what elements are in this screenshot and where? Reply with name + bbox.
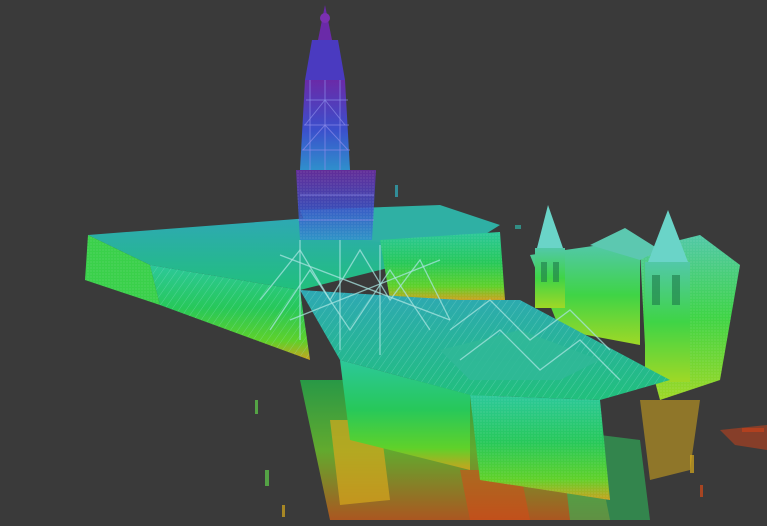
central-spire	[296, 5, 376, 240]
point-cloud-viewport[interactable]	[0, 0, 767, 526]
point-cloud-scene[interactable]	[0, 0, 767, 526]
